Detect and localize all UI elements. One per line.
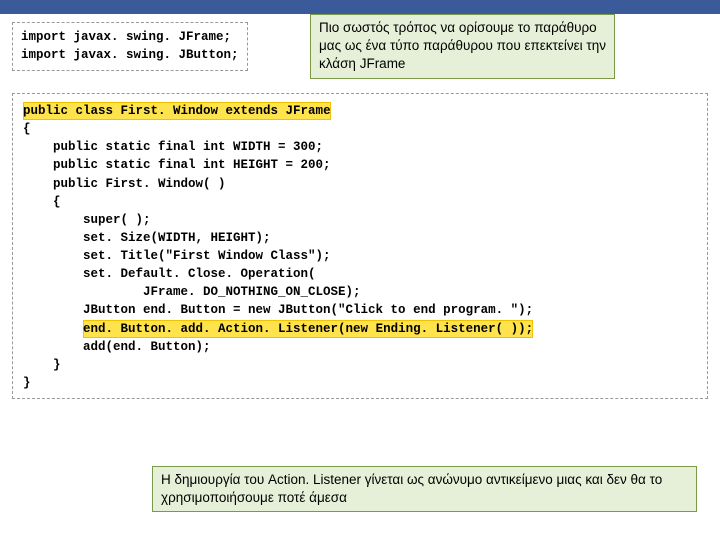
callout-bottom-text: Η δημιουργία του Action. Listener γίνετα… xyxy=(161,472,662,505)
code-line: set. Title("First Window Class"); xyxy=(23,247,697,265)
code-text: public class First. Window xyxy=(23,104,226,118)
code-line: } xyxy=(23,374,697,392)
import-line-2: import javax. swing. JButton; xyxy=(21,47,239,65)
code-line: JButton end. Button = new JButton("Click… xyxy=(23,301,697,319)
code-line: super( ); xyxy=(23,211,697,229)
code-line: { xyxy=(23,193,697,211)
code-line: public static final int WIDTH = 300; xyxy=(23,138,697,156)
callout-top-text: Πιο σωστός τρόπος να ορίσουμε το παράθυρ… xyxy=(319,20,606,71)
code-block: public class First. Window extends JFram… xyxy=(12,93,708,399)
callout-top: Πιο σωστός τρόπος να ορίσουμε το παράθυρ… xyxy=(310,14,615,79)
code-line: JFrame. DO_NOTHING_ON_CLOSE); xyxy=(23,283,697,301)
slide-content: import javax. swing. JFrame; import java… xyxy=(0,14,720,407)
code-text: extends JFrame xyxy=(226,104,331,118)
code-text xyxy=(23,322,83,336)
code-line: add(end. Button); xyxy=(23,338,697,356)
code-line: set. Size(WIDTH, HEIGHT); xyxy=(23,229,697,247)
code-line: public First. Window( ) xyxy=(23,175,697,193)
imports-box: import javax. swing. JFrame; import java… xyxy=(12,22,248,71)
code-line: set. Default. Close. Operation( xyxy=(23,265,697,283)
header-band xyxy=(0,0,720,14)
callout-bottom: Η δημιουργία του Action. Listener γίνετα… xyxy=(152,466,697,512)
code-line: } xyxy=(23,356,697,374)
import-line-1: import javax. swing. JFrame; xyxy=(21,29,239,47)
code-line: public static final int HEIGHT = 200; xyxy=(23,156,697,174)
code-line: end. Button. add. Action. Listener(new E… xyxy=(23,320,697,338)
code-line: { xyxy=(23,120,697,138)
code-line: public class First. Window extends JFram… xyxy=(23,102,697,120)
code-highlight: end. Button. add. Action. Listener(new E… xyxy=(83,322,533,336)
